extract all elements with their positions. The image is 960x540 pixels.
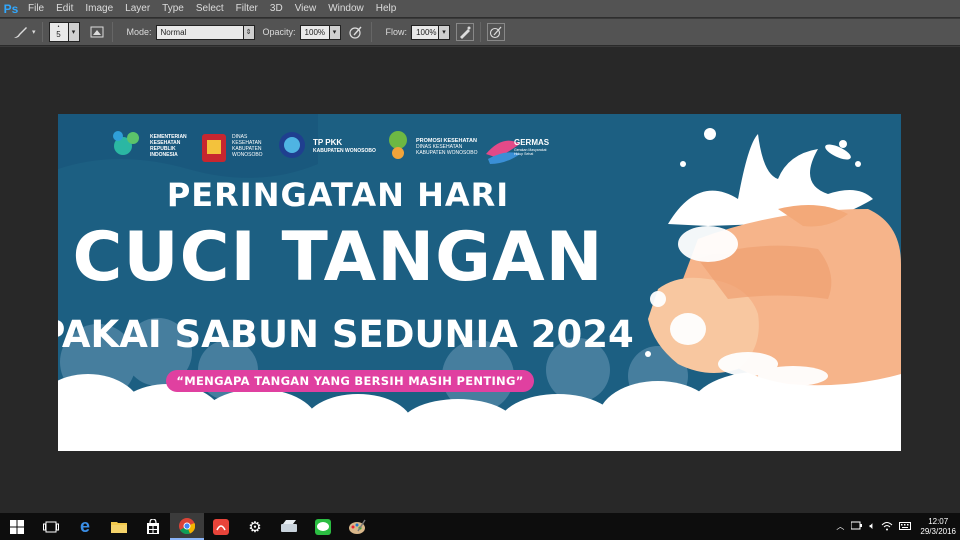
separator [41,22,43,42]
logo-promkes-line: KABUPATEN WONOSOBO [416,150,478,156]
tray-chevron-up-icon[interactable]: ︿ [832,521,848,532]
separator [370,22,372,42]
brush-size-picker[interactable]: • 5 ▾ [48,22,80,42]
system-tray: ︿ 🔈︎ 12:07 29/3/2016 [832,517,960,537]
logo-tp-pkk: TP PKK KABUPATEN WONOSOBO [313,138,376,154]
scanner-icon[interactable] [272,513,306,540]
settings-icon[interactable]: ⚙ [238,513,272,540]
separator [111,22,113,42]
opacity-chevron-icon[interactable]: ▾ [329,24,341,40]
mode-chevron-icon[interactable]: ⇕ [243,24,255,40]
tagline-pill: “MENGAPA TANGAN YANG BERSIH MASIH PENTIN… [166,370,534,392]
document-canvas[interactable]: KEMENTERIAN KESEHATAN REPUBLIK INDONESIA… [58,114,901,451]
windows-start-icon[interactable] [0,513,34,540]
logo-germas: GERMAS Gerakan Masyarakat Hidup Sehat [514,138,549,156]
logo-kemenkes-line: INDONESIA [150,152,178,158]
mode-label: Mode: [126,27,152,37]
logo-promkes: PROMOSI KESEHATAN DINAS KESEHATAN KABUPA… [416,138,478,156]
keyboard-icon[interactable] [896,521,914,533]
volume-icon[interactable]: 🔈︎ [866,521,878,532]
opacity-value[interactable]: 100% [299,24,330,40]
brush-size-value: 5 [56,30,61,39]
mode-value[interactable]: Normal [155,24,244,40]
flow-field[interactable]: 100% ▾ [411,24,451,40]
logo-kemenkes: KEMENTERIAN KESEHATAN REPUBLIK INDONESIA [150,134,187,158]
menu-window[interactable]: Window [322,0,370,18]
photoshop-logo: Ps [3,1,19,16]
opacity-label: Opacity: [262,27,296,37]
menu-image[interactable]: Image [79,0,119,18]
logo-dinkes-line: WONOSOBO [232,152,263,158]
network-icon[interactable] [848,521,866,533]
menu-help[interactable]: Help [370,0,403,18]
logo-germas-title: GERMAS [514,138,550,147]
clock[interactable]: 12:07 29/3/2016 [914,517,960,537]
menu-view[interactable]: View [289,0,323,18]
pressure-size-icon[interactable] [487,23,506,41]
flow-value[interactable]: 100% [411,24,440,40]
menu-file[interactable]: File [22,0,50,18]
brush-size-preview[interactable]: • 5 [48,22,69,42]
logo-germas-line: Hidup Sehat [514,152,534,156]
foxit-reader-icon[interactable] [204,513,238,540]
chrome-icon[interactable] [170,513,204,540]
clock-time: 12:07 [928,516,949,526]
wifi-icon[interactable] [878,521,896,533]
title-line-3: PAKAI SABUN SEDUNIA 2024 [58,313,634,356]
taskbar: e ⚙ ︿ 🔈︎ 12:07 29/3/2016 [0,513,960,540]
title-line-2: CUCI TANGAN [72,218,604,297]
logo-tp-pkk-subtitle: KABUPATEN WONOSOBO [313,148,376,154]
menu-type[interactable]: Type [156,0,190,18]
store-icon[interactable] [136,513,170,540]
menu-layer[interactable]: Layer [119,0,156,18]
mode-select[interactable]: Normal ⇕ [155,24,255,40]
menu-filter[interactable]: Filter [230,0,264,18]
file-explorer-icon[interactable] [102,513,136,540]
menu-3d[interactable]: 3D [264,0,289,18]
brush-panel-icon[interactable] [88,23,106,41]
edge-icon[interactable]: e [68,513,102,540]
menu-edit[interactable]: Edit [50,0,79,18]
flow-chevron-icon[interactable]: ▾ [439,24,451,40]
menu-bar: Ps File Edit Image Layer Type Select Fil… [0,0,960,18]
brush-size-chevron-icon[interactable]: ▾ [68,22,80,42]
tool-preset-chevron-icon[interactable]: ▾ [32,28,36,36]
logo-dinkes: DINAS KESEHATAN KABUPATEN WONOSOBO [232,134,263,158]
clock-date: 29/3/2016 [920,526,956,536]
title-line-1: PERINGATAN HARI [166,176,510,214]
brush-tool-icon[interactable] [12,23,30,41]
line-app-icon[interactable] [306,513,340,540]
logo-tp-pkk-title: TP PKK [313,138,343,147]
options-bar: ▾ • 5 ▾ Mode: Normal ⇕ Opacity: 100% ▾ F… [0,19,960,46]
opacity-field[interactable]: 100% ▾ [299,24,341,40]
pressure-opacity-icon[interactable] [347,23,365,41]
separator [480,22,482,42]
paint-icon[interactable] [340,513,374,540]
flow-label: Flow: [385,27,408,37]
task-view-icon[interactable] [34,513,68,540]
airbrush-icon[interactable] [456,23,475,41]
menu-select[interactable]: Select [190,0,230,18]
